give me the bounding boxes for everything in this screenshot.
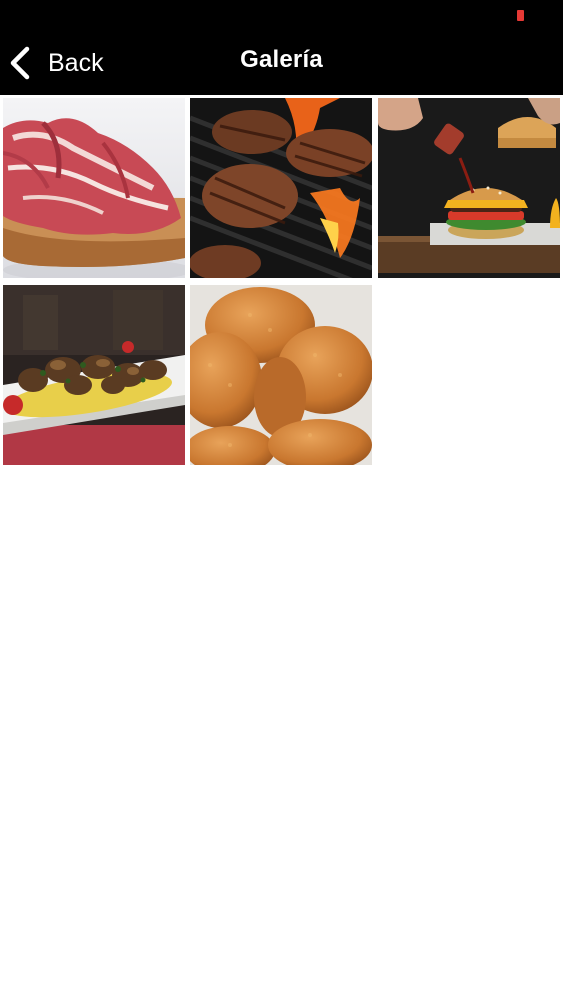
battery-icon	[517, 10, 524, 21]
gallery-photo-mushroom-plate[interactable]	[3, 285, 185, 465]
burger-image	[378, 98, 560, 278]
gallery-photo-jamon-toast[interactable]	[3, 98, 185, 278]
status-bar	[0, 0, 563, 30]
gallery-photo-croquettes[interactable]	[190, 285, 372, 465]
croquettes-image	[190, 285, 372, 465]
gallery-photo-grilled-patties[interactable]	[190, 98, 372, 278]
page-title: Galería	[240, 46, 323, 73]
navigation-bar: Back Galería	[0, 30, 563, 95]
jamon-toast-image	[3, 98, 185, 278]
gallery-photo-burger[interactable]	[378, 98, 560, 278]
mushroom-plate-image	[3, 285, 185, 465]
grilled-patties-image	[190, 98, 372, 278]
